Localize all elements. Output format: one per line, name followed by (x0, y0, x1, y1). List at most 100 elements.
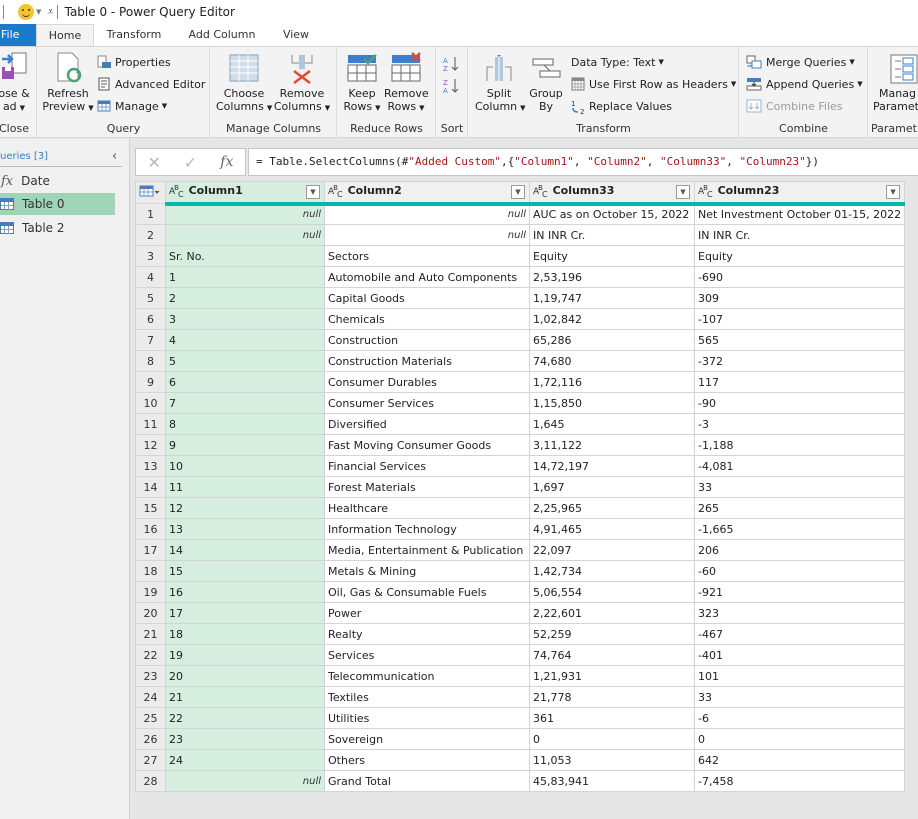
table-cell[interactable]: -90 (693, 392, 906, 414)
table-cell[interactable]: 3 (165, 308, 325, 330)
row-number[interactable]: 28 (135, 770, 166, 792)
table-cell[interactable]: 1 (165, 266, 325, 288)
table-cell[interactable]: 5,06,554 (529, 581, 695, 603)
table-cell[interactable]: -921 (693, 581, 906, 603)
text-type-icon[interactable]: ABC (169, 184, 183, 199)
row-number[interactable]: 18 (135, 560, 166, 582)
table-cell[interactable]: 642 (693, 749, 906, 771)
table-cell[interactable]: 65,286 (529, 329, 695, 351)
table-cell[interactable]: Utilities (324, 707, 530, 729)
table-cell[interactable]: Grand Total (324, 770, 530, 792)
table-cell[interactable]: 19 (165, 644, 325, 666)
table-cell[interactable]: Metals & Mining (324, 560, 530, 582)
table-cell[interactable]: Information Technology (324, 518, 530, 540)
row-number[interactable]: 27 (135, 749, 166, 771)
replace-values-button[interactable]: 12 Replace Values (571, 96, 672, 117)
table-cell[interactable]: AUC as on October 15, 2022 (529, 203, 695, 225)
table-cell[interactable]: Sectors (324, 245, 530, 267)
table-cell[interactable]: 52,259 (529, 623, 695, 645)
properties-button[interactable]: Properties (97, 52, 171, 72)
group-by-button[interactable]: Group By (525, 51, 567, 113)
row-number[interactable]: 12 (135, 434, 166, 456)
text-type-icon[interactable]: ABC (533, 184, 547, 199)
table-cell[interactable]: 17 (165, 602, 325, 624)
table-cell[interactable]: Sr. No. (165, 245, 325, 267)
sort-ascending-button[interactable]: AZ (443, 52, 461, 73)
table-cell[interactable]: Media, Entertainment & Publication (324, 539, 530, 561)
table-cell[interactable]: 2,53,196 (529, 266, 695, 288)
append-queries-button[interactable]: Append Queries ▼ (746, 74, 863, 94)
table-cell[interactable]: -6 (693, 707, 906, 729)
table-cell[interactable]: 11,053 (529, 749, 695, 771)
table-cell[interactable]: IN INR Cr. (529, 224, 695, 246)
row-number[interactable]: 8 (135, 350, 166, 372)
table-menu-button[interactable] (135, 181, 166, 204)
row-number[interactable]: 26 (135, 728, 166, 750)
table-cell[interactable]: Realty (324, 623, 530, 645)
row-number[interactable]: 10 (135, 392, 166, 414)
row-number[interactable]: 14 (135, 476, 166, 498)
collapse-pane-icon[interactable]: ‹ (112, 149, 117, 164)
filter-dropdown-icon[interactable]: ▼ (511, 185, 525, 199)
filter-dropdown-icon[interactable]: ▼ (306, 185, 320, 199)
row-number[interactable]: 13 (135, 455, 166, 477)
table-cell[interactable]: 23 (165, 728, 325, 750)
table-cell[interactable]: 16 (165, 581, 325, 603)
table-cell[interactable]: 22,097 (529, 539, 695, 561)
table-cell[interactable]: Healthcare (324, 497, 530, 519)
table-cell[interactable]: 22 (165, 707, 325, 729)
row-number[interactable]: 3 (135, 245, 166, 267)
table-cell[interactable]: Capital Goods (324, 287, 530, 309)
text-type-icon[interactable]: ABC (698, 184, 712, 199)
table-cell[interactable]: Net Investment October 01-15, 2022 (693, 203, 906, 225)
table-cell[interactable]: 74,764 (529, 644, 695, 666)
table-cell[interactable]: -372 (693, 350, 906, 372)
row-number[interactable]: 1 (135, 203, 166, 225)
row-number[interactable]: 23 (135, 665, 166, 687)
table-cell[interactable]: -467 (693, 623, 906, 645)
table-cell[interactable]: 6 (165, 371, 325, 393)
manage-button[interactable]: Manage ▼ (97, 96, 167, 116)
table-cell[interactable]: IN INR Cr. (693, 224, 906, 246)
row-number[interactable]: 9 (135, 371, 166, 393)
table-cell[interactable]: 1,697 (529, 476, 695, 498)
choose-columns-button[interactable]: Choose Columns ▼ (216, 51, 272, 115)
row-number[interactable]: 25 (135, 707, 166, 729)
table-cell[interactable]: null (324, 224, 530, 246)
table-cell[interactable]: 4 (165, 329, 325, 351)
formula-input[interactable]: = Table.SelectColumns(#"Added Custom",{"… (248, 148, 918, 176)
table-cell[interactable]: 101 (693, 665, 906, 687)
table-cell[interactable]: 1,19,747 (529, 287, 695, 309)
table-cell[interactable]: 3,11,122 (529, 434, 695, 456)
tab-home[interactable]: Home (36, 24, 94, 47)
customize-quick-access-icon[interactable]: ⩡ (47, 5, 53, 19)
tab-file[interactable]: File (0, 24, 36, 46)
table-cell[interactable]: Automobile and Auto Components (324, 266, 530, 288)
table-cell[interactable]: Chemicals (324, 308, 530, 330)
table-cell[interactable]: 1,15,850 (529, 392, 695, 414)
table-cell[interactable]: -4,081 (693, 455, 906, 477)
query-item-table-0[interactable]: Table 0 (0, 193, 115, 215)
table-cell[interactable]: -3 (693, 413, 906, 435)
cancel-icon[interactable]: ✕ (136, 153, 172, 172)
row-number[interactable]: 15 (135, 497, 166, 519)
table-cell[interactable]: 14 (165, 539, 325, 561)
table-cell[interactable]: 565 (693, 329, 906, 351)
text-type-icon[interactable]: ABC (328, 184, 342, 199)
table-cell[interactable]: 18 (165, 623, 325, 645)
table-cell[interactable]: 361 (529, 707, 695, 729)
chevron-down-icon[interactable]: ▼ (36, 8, 41, 16)
remove-columns-button[interactable]: Remove Columns ▼ (273, 51, 331, 115)
row-number[interactable]: 22 (135, 644, 166, 666)
table-cell[interactable]: -1,188 (693, 434, 906, 456)
table-cell[interactable]: Fast Moving Consumer Goods (324, 434, 530, 456)
table-cell[interactable]: null (324, 203, 530, 225)
table-cell[interactable]: 4,91,465 (529, 518, 695, 540)
tab-view[interactable]: View (275, 24, 317, 46)
table-cell[interactable]: 117 (693, 371, 906, 393)
row-number[interactable]: 21 (135, 623, 166, 645)
row-number[interactable]: 19 (135, 581, 166, 603)
remove-rows-button[interactable]: Remove Rows ▼ (384, 51, 429, 115)
row-number[interactable]: 2 (135, 224, 166, 246)
data-type-dropdown[interactable]: Data Type: Text ▼ (571, 52, 664, 72)
